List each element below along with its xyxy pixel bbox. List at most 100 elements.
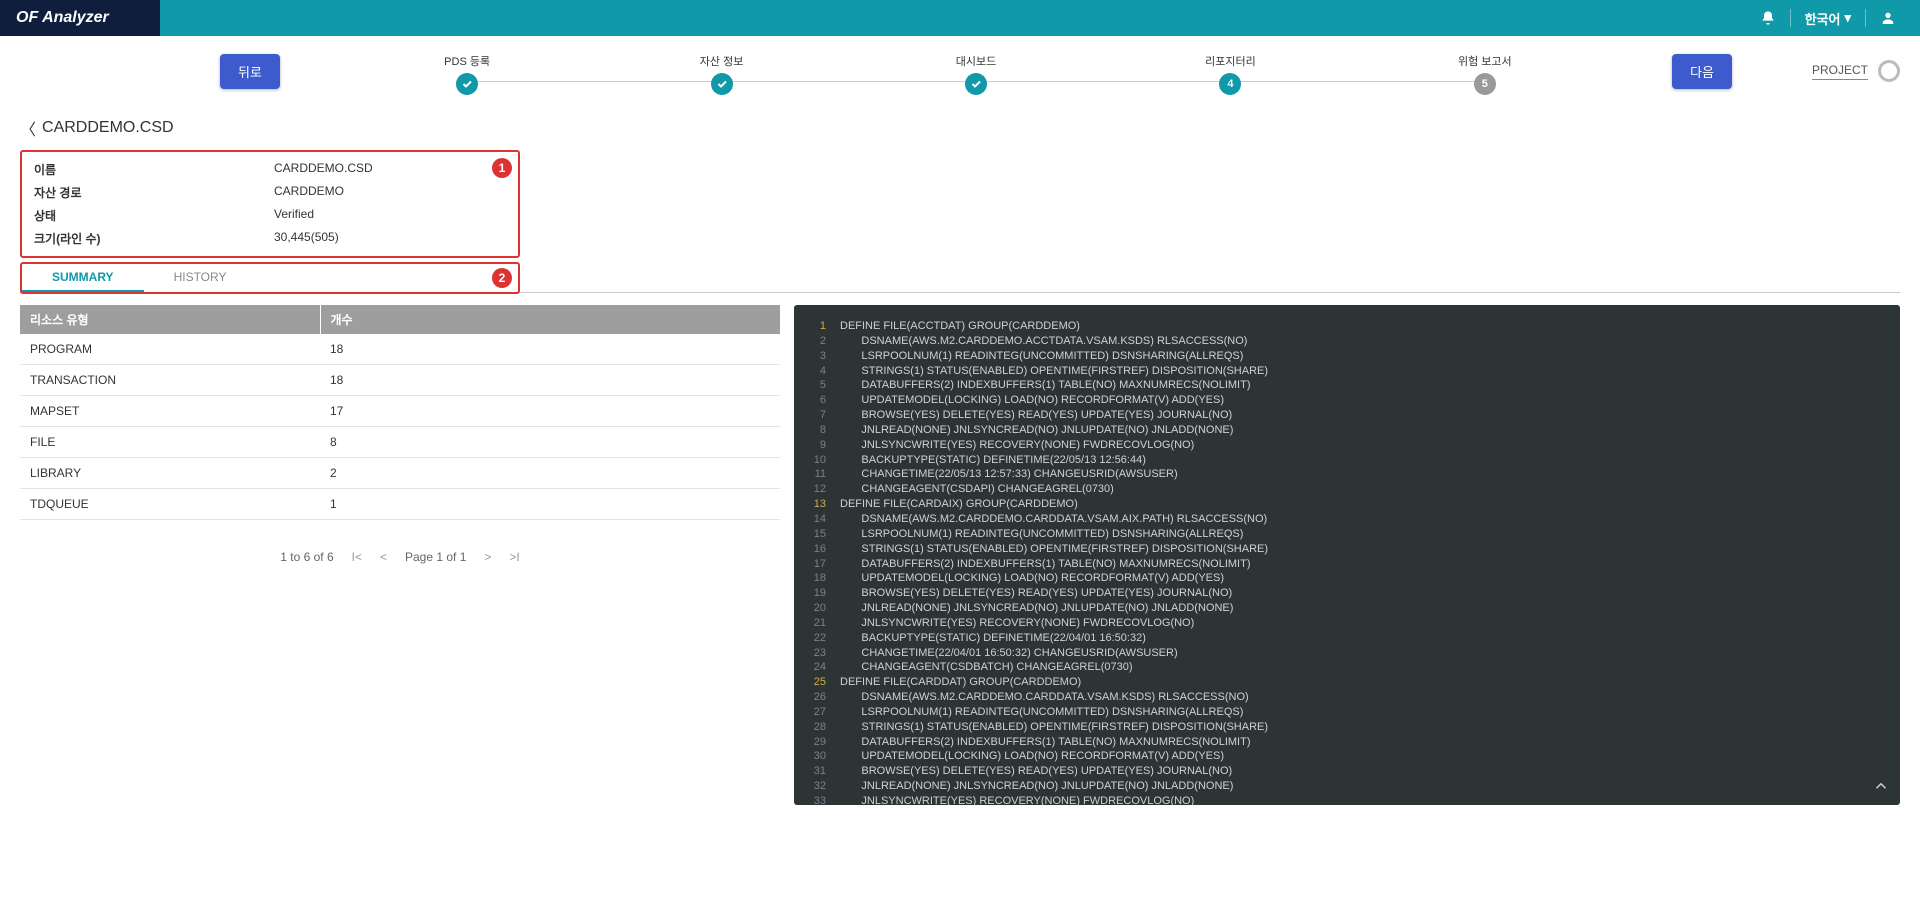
code-text: DEFINE FILE(CARDAIX) GROUP(CARDDEMO): [840, 497, 1078, 512]
line-number: 23: [800, 646, 826, 661]
code-line: 26 DSNAME(AWS.M2.CARDDEMO.CARDDATA.VSAM.…: [800, 690, 1890, 705]
pager-page: Page 1 of 1: [405, 550, 466, 564]
code-text: DSNAME(AWS.M2.CARDDEMO.ACCTDATA.VSAM.KSD…: [840, 334, 1247, 349]
tab-summary[interactable]: SUMMARY: [22, 264, 144, 292]
pager-next-icon[interactable]: >: [484, 550, 491, 564]
code-line: 23 CHANGETIME(22/04/01 16:50:32) CHANGEU…: [800, 646, 1890, 661]
code-text: STRINGS(1) STATUS(ENABLED) OPENTIME(FIRS…: [840, 542, 1268, 557]
info-key: 크기(라인 수): [34, 230, 274, 247]
bell-icon[interactable]: [1760, 10, 1776, 26]
tab-history[interactable]: HISTORY: [144, 264, 257, 292]
code-line: 21 JNLSYNCWRITE(YES) RECOVERY(NONE) FWDR…: [800, 616, 1890, 631]
step-1[interactable]: PDS 등록: [340, 53, 594, 95]
scroll-top-icon[interactable]: [1872, 777, 1890, 795]
table-row[interactable]: MAPSET17: [20, 396, 780, 427]
cell-type: LIBRARY: [20, 458, 320, 489]
next-button[interactable]: 다음: [1672, 54, 1732, 89]
code-line: 22 BACKUPTYPE(STATIC) DEFINETIME(22/04/0…: [800, 631, 1890, 646]
step-circle: [965, 73, 987, 95]
code-text: STRINGS(1) STATUS(ENABLED) OPENTIME(FIRS…: [840, 364, 1268, 379]
line-number: 8: [800, 423, 826, 438]
code-line: 31 BROWSE(YES) DELETE(YES) READ(YES) UPD…: [800, 764, 1890, 779]
line-number: 15: [800, 527, 826, 542]
code-line: 7 BROWSE(YES) DELETE(YES) READ(YES) UPDA…: [800, 408, 1890, 423]
info-row: 이름CARDDEMO.CSD: [34, 158, 506, 181]
cell-count: 17: [320, 396, 780, 427]
line-number: 4: [800, 364, 826, 379]
cell-count: 1: [320, 489, 780, 520]
progress-strip: 뒤로 PDS 등록자산 정보대시보드리포지터리 4 위험 보고서5 다음 PROJE…: [0, 36, 1920, 106]
code-text: LSRPOOLNUM(1) READINTEG(UNCOMMITTED) DSN…: [840, 705, 1243, 720]
step-circle: [456, 73, 478, 95]
table-row[interactable]: PROGRAM18: [20, 334, 780, 365]
code-text: BROWSE(YES) DELETE(YES) READ(YES) UPDATE…: [840, 586, 1232, 601]
code-text: JNLREAD(NONE) JNLSYNCREAD(NO) JNLUPDATE(…: [840, 423, 1233, 438]
code-line: 29 DATABUFFERS(2) INDEXBUFFERS(1) TABLE(…: [800, 735, 1890, 750]
code-line: 12 CHANGEAGENT(CSDAPI) CHANGEAGREL(0730): [800, 482, 1890, 497]
code-line: 15 LSRPOOLNUM(1) READINTEG(UNCOMMITTED) …: [800, 527, 1890, 542]
line-number: 22: [800, 631, 826, 646]
line-number: 7: [800, 408, 826, 423]
col-header-type[interactable]: 리소스 유형: [20, 305, 320, 334]
info-value: 30,445(505): [274, 230, 339, 247]
code-text: UPDATEMODEL(LOCKING) LOAD(NO) RECORDFORM…: [840, 571, 1224, 586]
code-text: JNLSYNCWRITE(YES) RECOVERY(NONE) FWDRECO…: [840, 438, 1194, 453]
step-2[interactable]: 자산 정보: [594, 53, 848, 95]
language-label: 한국어: [1805, 9, 1841, 28]
line-number: 17: [800, 557, 826, 572]
pager-last-icon[interactable]: >I: [509, 550, 519, 564]
code-text: CHANGEAGENT(CSDAPI) CHANGEAGREL(0730): [840, 482, 1114, 497]
code-line: 4 STRINGS(1) STATUS(ENABLED) OPENTIME(FI…: [800, 364, 1890, 379]
step-label: 리포지터리: [1103, 53, 1357, 69]
info-row: 크기(라인 수)30,445(505): [34, 227, 506, 250]
table-row[interactable]: FILE8: [20, 427, 780, 458]
info-row: 상태Verified: [34, 204, 506, 227]
pager-first-icon[interactable]: I<: [352, 550, 362, 564]
code-viewer[interactable]: 1DEFINE FILE(ACCTDAT) GROUP(CARDDEMO)2 D…: [794, 305, 1900, 805]
line-number: 2: [800, 334, 826, 349]
code-line: 1DEFINE FILE(ACCTDAT) GROUP(CARDDEMO): [800, 319, 1890, 334]
code-line: 10 BACKUPTYPE(STATIC) DEFINETIME(22/05/1…: [800, 453, 1890, 468]
chevron-left-icon: 〈: [20, 116, 36, 140]
info-value: CARDDEMO: [274, 184, 344, 201]
code-text: BACKUPTYPE(STATIC) DEFINETIME(22/04/01 1…: [840, 631, 1146, 646]
breadcrumb-back[interactable]: 〈 CARDDEMO.CSD: [20, 116, 1900, 140]
cell-count: 2: [320, 458, 780, 489]
back-button[interactable]: 뒤로: [220, 54, 280, 89]
code-line: 17 DATABUFFERS(2) INDEXBUFFERS(1) TABLE(…: [800, 557, 1890, 572]
tabs-panel: SUMMARYHISTORY 2: [20, 262, 520, 294]
code-text: DATABUFFERS(2) INDEXBUFFERS(1) TABLE(NO)…: [840, 378, 1251, 393]
user-icon[interactable]: [1880, 10, 1896, 26]
line-number: 9: [800, 438, 826, 453]
line-number: 20: [800, 601, 826, 616]
line-number: 24: [800, 660, 826, 675]
code-text: DEFINE FILE(CARDDAT) GROUP(CARDDEMO): [840, 675, 1081, 690]
pager-prev-icon[interactable]: <: [380, 550, 387, 564]
line-number: 16: [800, 542, 826, 557]
table-row[interactable]: TDQUEUE1: [20, 489, 780, 520]
step-5[interactable]: 위험 보고서5: [1358, 53, 1612, 95]
step-3[interactable]: 대시보드: [849, 53, 1103, 95]
code-text: DEFINE FILE(ACCTDAT) GROUP(CARDDEMO): [840, 319, 1080, 334]
info-value: CARDDEMO.CSD: [274, 161, 373, 178]
line-number: 6: [800, 393, 826, 408]
line-number: 29: [800, 735, 826, 750]
code-line: 11 CHANGETIME(22/05/13 12:57:33) CHANGEU…: [800, 467, 1890, 482]
col-header-count[interactable]: 개수: [320, 305, 780, 334]
cell-type: MAPSET: [20, 396, 320, 427]
project-indicator[interactable]: PROJECT: [1812, 60, 1900, 82]
table-row[interactable]: LIBRARY2: [20, 458, 780, 489]
language-selector[interactable]: 한국어 ▾: [1805, 9, 1851, 28]
resource-table: 리소스 유형 개수 PROGRAM18TRANSACTION18MAPSET17…: [20, 305, 780, 520]
step-4[interactable]: 리포지터리 4: [1103, 53, 1357, 95]
caret-down-icon: ▾: [1844, 10, 1851, 26]
step-circle: 4: [1219, 73, 1241, 95]
line-number: 12: [800, 482, 826, 497]
cell-type: PROGRAM: [20, 334, 320, 365]
resource-table-pane: 리소스 유형 개수 PROGRAM18TRANSACTION18MAPSET17…: [20, 305, 780, 805]
code-line: 32 JNLREAD(NONE) JNLSYNCREAD(NO) JNLUPDA…: [800, 779, 1890, 794]
code-text: JNLSYNCWRITE(YES) RECOVERY(NONE) FWDRECO…: [840, 794, 1194, 805]
code-text: JNLREAD(NONE) JNLSYNCREAD(NO) JNLUPDATE(…: [840, 779, 1233, 794]
table-row[interactable]: TRANSACTION18: [20, 365, 780, 396]
step-label: 자산 정보: [594, 53, 848, 69]
